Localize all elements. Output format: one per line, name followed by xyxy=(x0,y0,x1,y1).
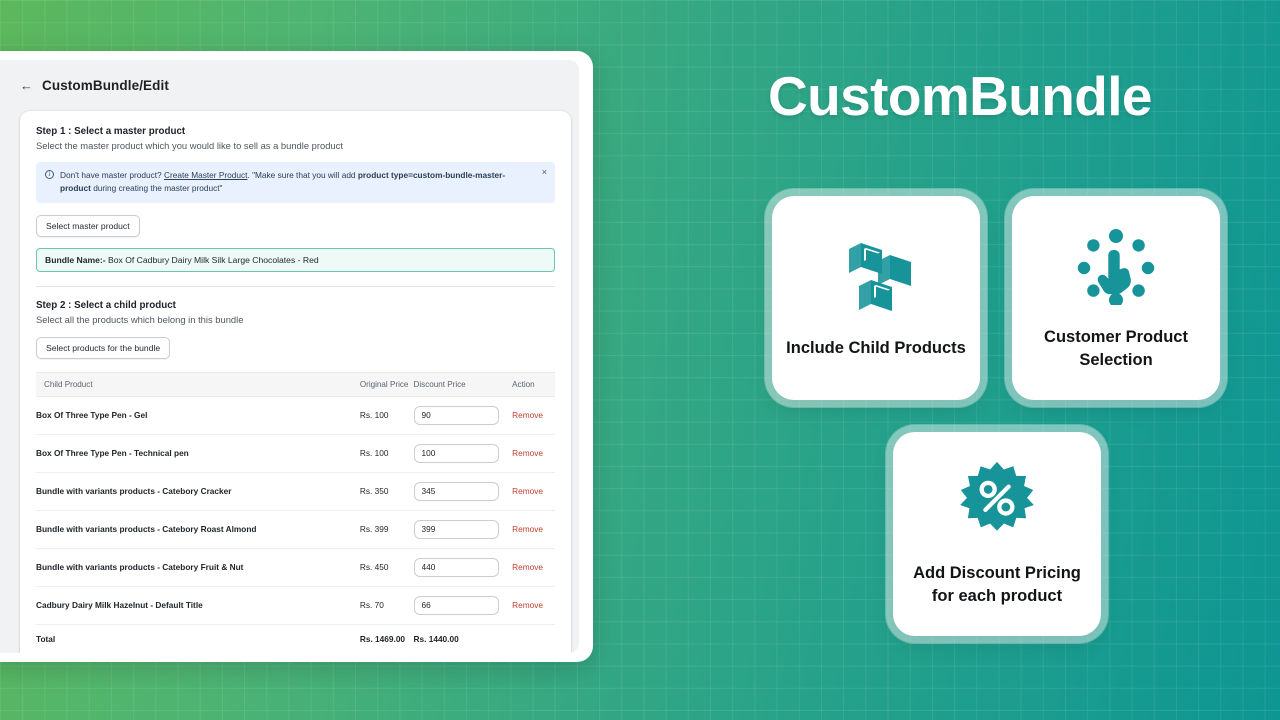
cell-original-price: Rs. 70 xyxy=(359,586,414,625)
page-title: CustomBundle/Edit xyxy=(42,78,169,93)
select-products-button[interactable]: Select products for the bundle xyxy=(36,336,171,359)
bundle-name-field[interactable]: Bundle Name:- Box Of Cadbury Dairy Milk … xyxy=(36,247,555,272)
step-1-subtitle: Select the master product which you woul… xyxy=(36,140,343,151)
table-row: Box Of Three Type Pen - GelRs. 100 Remove xyxy=(36,396,555,435)
cell-discount-price xyxy=(413,548,513,587)
cell-action: Remove xyxy=(512,548,555,587)
cell-action: Remove xyxy=(512,586,555,625)
create-master-product-link[interactable]: Create Master Product xyxy=(164,170,247,180)
cell-action: Remove xyxy=(512,510,555,549)
app-window-inner: ← CustomBundle/Edit Step 1 : Select a ma… xyxy=(0,60,579,653)
cell-discount-price xyxy=(413,586,513,625)
remove-link[interactable]: Remove xyxy=(512,486,543,496)
table-header-row: Child Product Original Price Discount Pr… xyxy=(36,371,555,397)
remove-link[interactable]: Remove xyxy=(512,448,543,458)
total-label: Total xyxy=(36,624,360,653)
th-action: Action xyxy=(512,371,555,397)
bundle-name-label: Bundle Name:- xyxy=(45,254,106,265)
cell-original-price: Rs. 450 xyxy=(359,548,414,587)
table-row: Cadbury Dairy Milk Hazelnut - Default Ti… xyxy=(36,586,555,625)
table-row: Bundle with variants products - Catebory… xyxy=(36,548,555,587)
discount-price-input[interactable] xyxy=(413,481,499,501)
total-action-empty xyxy=(512,624,555,653)
feature-card-1-label: Include Child Products xyxy=(786,339,966,358)
cell-product-name: Cadbury Dairy Milk Hazelnut - Default Ti… xyxy=(36,586,360,625)
step-2-subtitle: Select all the products which belong in … xyxy=(36,313,244,325)
cell-product-name: Box Of Three Type Pen - Gel xyxy=(36,396,360,435)
cell-action: Remove xyxy=(512,434,555,473)
discount-badge-icon xyxy=(954,461,1040,546)
banner-mid: . "Make sure that you will add xyxy=(247,170,358,180)
app-topbar: ← CustomBundle/Edit xyxy=(0,60,579,111)
cell-action: Remove xyxy=(512,396,555,435)
cell-original-price: Rs. 399 xyxy=(359,510,414,549)
table-row: Box Of Three Type Pen - Technical pen Rs.… xyxy=(36,434,555,473)
cell-action: Remove xyxy=(512,472,555,511)
child-products-table: Child Product Original Price Discount Pr… xyxy=(36,371,555,653)
banner-lead: Don't have master product? xyxy=(60,170,162,180)
table-row: Bundle with variants products - Catebory… xyxy=(36,472,555,511)
section-divider xyxy=(36,285,555,287)
total-original-price: Rs. 1469.00 xyxy=(359,624,414,653)
app-window: ← CustomBundle/Edit Step 1 : Select a ma… xyxy=(0,51,593,662)
cell-discount-price xyxy=(413,434,513,473)
cell-product-name: Bundle with variants products - Catebory… xyxy=(36,472,360,511)
content-card: Step 1 : Select a master product Select … xyxy=(20,111,571,653)
feature-card-add-discount-pricing: Add Discount Pricing for each product xyxy=(893,432,1101,636)
cell-product-name: Bundle with variants products - Catebory… xyxy=(36,548,360,587)
info-circle-icon: i xyxy=(45,170,54,179)
cell-original-price: Rs. 100 xyxy=(359,434,414,473)
total-discount-price: Rs. 1440.00 xyxy=(413,624,513,653)
info-banner-text: Don't have master product? Create Master… xyxy=(60,169,546,195)
cell-original-price: Rs. 100 xyxy=(359,396,414,435)
th-original-price: Original Price xyxy=(359,371,414,397)
feature-card-customer-product-selection: Customer Product Selection xyxy=(1012,196,1220,400)
close-icon[interactable]: × xyxy=(542,168,547,177)
table-row: Bundle with variants products - Catebory… xyxy=(36,510,555,549)
remove-link[interactable]: Remove xyxy=(512,562,543,572)
feature-card-3-label: Add Discount Pricing for each product xyxy=(913,563,1081,605)
back-arrow-icon[interactable]: ← xyxy=(20,79,33,92)
discount-price-input[interactable] xyxy=(413,557,499,577)
feature-card-include-child-products: Include Child Products xyxy=(772,196,980,400)
step-2-title: Step 2 : Select a child product xyxy=(36,299,176,311)
table-total-row: Total Rs. 1469.00 Rs. 1440.00 xyxy=(36,624,555,653)
cell-product-name: Box Of Three Type Pen - Technical pen xyxy=(36,434,360,473)
remove-link[interactable]: Remove xyxy=(512,524,543,534)
hero-title: CustomBundle xyxy=(768,65,1153,127)
select-master-product-button[interactable]: Select master product xyxy=(36,214,140,237)
discount-price-input[interactable] xyxy=(413,519,499,539)
cell-original-price: Rs. 350 xyxy=(359,472,414,511)
remove-link[interactable]: Remove xyxy=(512,600,543,610)
discount-price-input[interactable] xyxy=(413,405,499,425)
info-banner: i Don't have master product? Create Mast… xyxy=(36,162,555,203)
feature-card-2-label: Customer Product Selection xyxy=(1044,327,1188,369)
discount-price-input[interactable] xyxy=(413,443,499,463)
discount-price-input[interactable] xyxy=(413,595,499,615)
remove-link[interactable]: Remove xyxy=(512,410,543,420)
table-header: Child Product Original Price Discount Pr… xyxy=(36,371,555,397)
cell-product-name: Bundle with variants products - Catebory… xyxy=(36,510,360,549)
cell-discount-price xyxy=(413,510,513,549)
th-discount-price: Discount Price xyxy=(413,371,513,397)
cell-discount-price xyxy=(413,396,513,435)
step-1-title: Step 1 : Select a master product xyxy=(36,126,186,137)
cell-discount-price xyxy=(413,472,513,511)
table-body: Box Of Three Type Pen - GelRs. 100 Remove… xyxy=(36,396,555,653)
bundle-name-value: Box Of Cadbury Dairy Milk Silk Large Cho… xyxy=(108,254,319,265)
th-child-product: Child Product xyxy=(36,371,360,397)
boxes-3d-icon xyxy=(833,236,919,321)
banner-tail: during creating the master product" xyxy=(90,182,223,193)
pointer-click-icon xyxy=(1073,225,1159,310)
promo-banner: ← CustomBundle/Edit Step 1 : Select a ma… xyxy=(0,0,1280,720)
